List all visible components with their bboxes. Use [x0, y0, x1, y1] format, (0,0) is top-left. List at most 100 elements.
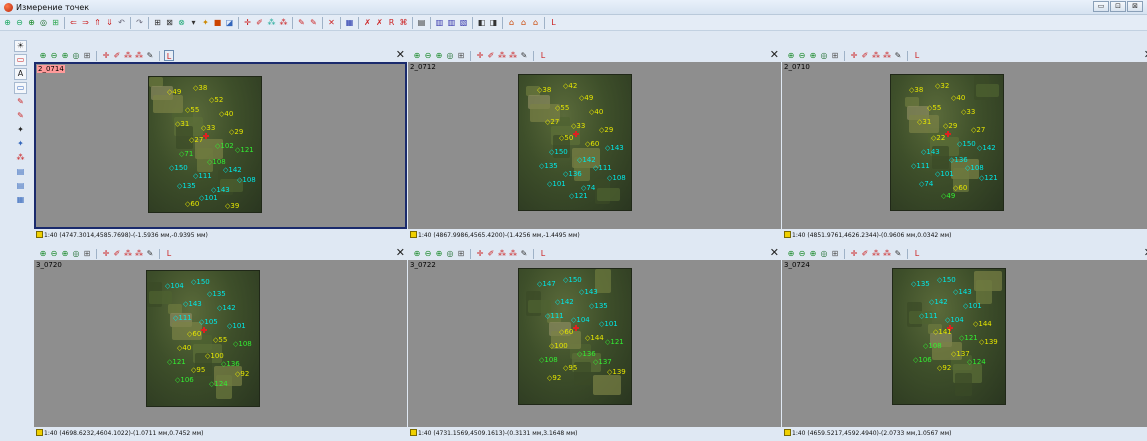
tie-point-label[interactable]: ◇101: [963, 303, 982, 310]
tie-point-label[interactable]: ◇142: [977, 145, 996, 152]
tie-point-label[interactable]: ◇136: [577, 351, 596, 358]
maximize-button[interactable]: ⊡: [1110, 1, 1126, 12]
tie-point-label[interactable]: ◇40: [177, 345, 191, 352]
panel-tool-9[interactable]: ⁂: [134, 50, 144, 61]
toolbar-button-12[interactable]: ↷: [134, 17, 145, 29]
tie-point-label[interactable]: ◇60: [185, 201, 199, 208]
panel-tool-2[interactable]: ⊕: [434, 50, 444, 61]
tie-point-label[interactable]: ◇71: [179, 151, 193, 158]
tie-point-label[interactable]: ◇22: [931, 135, 945, 142]
panel-tool-7[interactable]: ✐: [486, 50, 496, 61]
panel-tool-6[interactable]: ✛: [849, 248, 859, 259]
tie-point-label[interactable]: ◇144: [973, 321, 992, 328]
toolbar-button-41[interactable]: ▥: [434, 17, 445, 29]
toolbar-button-4[interactable]: ⊞: [50, 17, 61, 29]
tie-point-label[interactable]: ◇38: [193, 85, 207, 92]
panel-tool-1[interactable]: ⊖: [797, 248, 807, 259]
toolbar-button-42[interactable]: ▥: [446, 17, 457, 29]
tie-point-label[interactable]: ◇101: [199, 195, 218, 202]
tie-point-label[interactable]: ◇142: [223, 167, 242, 174]
panel-tool-1[interactable]: ⊖: [49, 50, 59, 61]
left-tool-button-4[interactable]: ✎: [14, 96, 27, 108]
tie-point-label[interactable]: ◇108: [207, 159, 226, 166]
image-viewport[interactable]: 3_0720 ◇104 ◇150 ◇135 ◇143 ◇142 ◇111 ◇105 ◇101 ◇6…: [34, 260, 407, 427]
panel-tool-8[interactable]: ⁂: [871, 248, 881, 259]
left-tool-button-1[interactable]: ▭: [14, 54, 27, 66]
toolbar-button-39[interactable]: ▤: [416, 17, 427, 29]
tie-point-label[interactable]: ◇40: [219, 111, 233, 118]
left-tool-button-5[interactable]: ✎: [14, 110, 27, 122]
image-viewport[interactable]: 2_0712 ◇38 ◇42 ◇49 ◇55 ◇40 ◇27 ◇33 ◇29 ◇50 ◇60 ◇150…: [408, 62, 781, 229]
panel-tool-10[interactable]: ✎: [145, 50, 155, 61]
tie-point-label[interactable]: ◇150: [957, 141, 976, 148]
image-viewport[interactable]: 3_0724 ◇135 ◇150 ◇143 ◇142 ◇101 ◇111 ◇104 ◇144 ◇1…: [782, 260, 1147, 427]
panel-tool-0[interactable]: ⊕: [786, 50, 796, 61]
tie-point-label[interactable]: ◇42: [563, 83, 577, 90]
toolbar-button-17[interactable]: ▾: [188, 17, 199, 29]
panel-tool-3[interactable]: ◎: [445, 248, 455, 259]
tie-point-label[interactable]: ◇135: [911, 281, 930, 288]
tie-point-label[interactable]: ◇27: [189, 137, 203, 144]
panel-tool-6[interactable]: ✛: [475, 248, 485, 259]
panel-tool-l[interactable]: L: [538, 50, 548, 61]
panel-tool-10[interactable]: ✎: [519, 50, 529, 61]
panel-tool-0[interactable]: ⊕: [412, 248, 422, 259]
tie-point-label[interactable]: ◇111: [593, 165, 612, 172]
tie-point-label[interactable]: ◇108: [237, 177, 256, 184]
tie-point-label[interactable]: ◇108: [233, 341, 252, 348]
panel-tool-3[interactable]: ◎: [819, 50, 829, 61]
toolbar-button-25[interactable]: ⁂: [278, 17, 289, 29]
panel-tool-6[interactable]: ✛: [475, 50, 485, 61]
panel-tool-0[interactable]: ⊕: [38, 248, 48, 259]
tie-point-label[interactable]: ◇141: [933, 329, 952, 336]
panel-close-icon[interactable]: ✕: [770, 247, 779, 259]
toolbar-button-2[interactable]: ⊕: [26, 17, 37, 29]
tie-point-label[interactable]: ◇102: [215, 143, 234, 150]
tie-point-label[interactable]: ◇150: [191, 279, 210, 286]
tie-point-label[interactable]: ◇121: [959, 335, 978, 342]
tie-point-label[interactable]: ◇121: [605, 339, 624, 346]
toolbar-button-27[interactable]: ✎: [296, 17, 307, 29]
tie-point-label[interactable]: ◇124: [209, 381, 228, 388]
panel-tool-4[interactable]: ⊞: [456, 50, 466, 61]
tie-point-label[interactable]: ◇108: [539, 357, 558, 364]
toolbar-button-7[interactable]: ⇒: [80, 17, 91, 29]
panel-tool-1[interactable]: ⊖: [797, 50, 807, 61]
panel-tool-l[interactable]: L: [912, 50, 922, 61]
toolbar-button-16[interactable]: ⊗: [176, 17, 187, 29]
tie-point-label[interactable]: ◇135: [207, 291, 226, 298]
panel-tool-4[interactable]: ⊞: [82, 50, 92, 61]
panel-tool-1[interactable]: ⊖: [423, 248, 433, 259]
tie-point-label[interactable]: ◇139: [607, 369, 626, 376]
tie-point-label[interactable]: ◇29: [599, 127, 613, 134]
toolbar-button-48[interactable]: ⌂: [506, 17, 517, 29]
tie-point-label[interactable]: ◇74: [581, 185, 595, 192]
tie-point-label[interactable]: ◇40: [589, 109, 603, 116]
tie-point-label[interactable]: ◇104: [165, 283, 184, 290]
tie-point-label[interactable]: ◇38: [909, 87, 923, 94]
toolbar-button-30[interactable]: ✕: [326, 17, 337, 29]
panel-tool-8[interactable]: ⁂: [123, 248, 133, 259]
panel-tool-10[interactable]: ✎: [145, 248, 155, 259]
tie-point-label[interactable]: ◇108: [965, 165, 984, 172]
toolbar-button-0[interactable]: ⊕: [2, 17, 13, 29]
panel-tool-3[interactable]: ◎: [71, 50, 81, 61]
tie-point-label[interactable]: ◇101: [599, 321, 618, 328]
tie-point-label[interactable]: ◇29: [229, 129, 243, 136]
toolbar-button-37[interactable]: ⌘: [398, 17, 409, 29]
image-viewport[interactable]: 3_0722 ◇147 ◇150 ◇143 ◇142 ◇135 ◇111 ◇104 ◇101 ◇6…: [408, 260, 781, 427]
tie-point-label[interactable]: ◇137: [951, 351, 970, 358]
left-tool-button-2[interactable]: A: [14, 68, 27, 80]
tie-point-label[interactable]: ◇49: [167, 89, 181, 96]
tie-point-label[interactable]: ◇121: [569, 193, 588, 200]
left-tool-button-10[interactable]: ▤: [14, 180, 27, 192]
tie-point-label[interactable]: ◇100: [549, 343, 568, 350]
tie-point-label[interactable]: ◇101: [547, 181, 566, 188]
panel-tool-7[interactable]: ✐: [860, 248, 870, 259]
tie-point-label[interactable]: ◇142: [929, 299, 948, 306]
toolbar-button-52[interactable]: L: [548, 17, 559, 29]
panel-tool-0[interactable]: ⊕: [786, 248, 796, 259]
panel-close-icon[interactable]: ✕: [770, 49, 779, 61]
toolbar-button-20[interactable]: ◪: [224, 17, 235, 29]
panel-tool-6[interactable]: ✛: [101, 50, 111, 61]
